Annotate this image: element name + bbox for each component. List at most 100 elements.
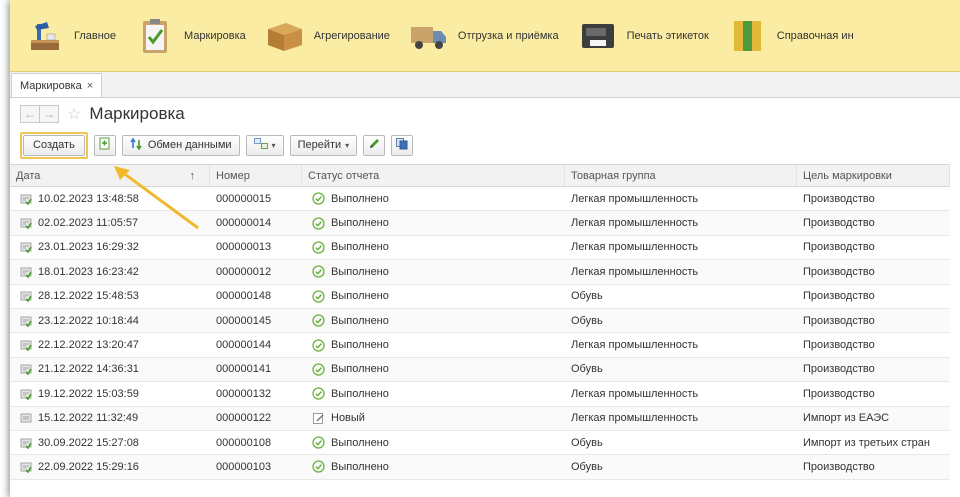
copy-pages-icon	[396, 137, 408, 153]
cell-purpose: Производство	[803, 339, 875, 352]
section-aggregation[interactable]: Агрегирование	[264, 6, 390, 66]
cell-number: 000000012	[216, 265, 272, 278]
section-label: Агрегирование	[313, 29, 390, 42]
cell-number: 000000103	[216, 460, 272, 473]
label-printer-icon	[577, 16, 619, 56]
edit-button[interactable]	[363, 134, 386, 156]
star-icon[interactable]: ☆	[67, 104, 81, 124]
table-row[interactable]: 22.09.2022 15:29:16 000000103 Выполнено Обу…	[10, 455, 950, 480]
cell-number: 000000148	[216, 290, 272, 303]
cell-purpose: Производство	[803, 265, 875, 278]
section-reference[interactable]: Справочная ин	[727, 6, 854, 66]
cell-number: 000000144	[216, 339, 272, 352]
cell-group: Легкая промышленность	[571, 241, 699, 254]
section-marking[interactable]: Маркировка	[134, 6, 246, 66]
table-row[interactable]: 19.12.2022 15:03:59 000000132 Выполнено Лег…	[10, 382, 950, 407]
cell-date: 10.02.2023 13:48:58	[10, 193, 210, 205]
cell-purpose: Производство	[803, 241, 875, 254]
table-row[interactable]: 23.01.2023 16:29:32 000000013 Выполнено Лег…	[10, 236, 950, 261]
table-body: 10.02.2023 13:48:58 000000015 Выполнено Лег…	[10, 187, 950, 480]
document-posted-icon	[20, 437, 32, 449]
cell-purpose: Производство	[803, 314, 875, 327]
tab-strip: Маркировка ×	[10, 72, 960, 98]
table-row[interactable]: 30.09.2022 15:27:08 000000108 Выполнено Обу…	[10, 431, 950, 456]
cell-purpose: Импорт из ЕАЭС	[803, 412, 890, 425]
cell-number: 000000141	[216, 363, 272, 376]
close-icon[interactable]: ×	[87, 80, 93, 92]
cell-number: 000000108	[216, 436, 272, 449]
copy-icon	[99, 137, 111, 153]
cell-status: Новый	[302, 412, 565, 425]
check-circle-icon	[312, 241, 325, 254]
cell-date: 28.12.2022 15:48:53	[10, 290, 210, 303]
exchange-button[interactable]: Обмен данными	[121, 134, 240, 156]
cell-group: Обувь	[571, 290, 603, 303]
print-menu-button[interactable]: ▾	[245, 134, 284, 156]
section-label: Печать этикеток	[626, 29, 709, 42]
copy-button[interactable]	[93, 134, 116, 156]
document-posted-icon	[20, 388, 32, 400]
column-header-group[interactable]: Товарная группа	[565, 165, 797, 186]
table-header: Дата ↑ Номер Статус отчета Товарная груп…	[10, 164, 950, 187]
column-label: Дата	[16, 169, 41, 182]
table-row[interactable]: 10.02.2023 13:48:58 000000015 Выполнено Лег…	[10, 187, 950, 212]
tab-marking[interactable]: Маркировка ×	[11, 73, 103, 97]
document-tree-icon	[253, 138, 268, 152]
cell-group: Обувь	[571, 363, 603, 376]
cell-status: Выполнено	[302, 265, 565, 279]
cell-group: Обувь	[571, 436, 603, 449]
document-posted-icon	[20, 193, 32, 205]
date-text: 22.12.2022 13:20:47	[38, 339, 139, 352]
section-label: Главное	[74, 29, 117, 42]
section-main[interactable]: Главное	[24, 6, 116, 66]
column-header-number[interactable]: Номер	[210, 165, 302, 186]
column-label: Товарная группа	[571, 169, 656, 182]
column-label: Номер	[216, 169, 250, 182]
cell-group: Легкая промышленность	[571, 192, 699, 205]
cell-date: 18.01.2023 16:23:42	[10, 266, 210, 278]
list-settings-button[interactable]	[391, 134, 414, 156]
date-text: 30.09.2022 15:27:08	[38, 436, 139, 449]
goto-button[interactable]: Перейти ▾	[289, 134, 358, 156]
forward-button[interactable]: →	[39, 105, 59, 123]
section-labels[interactable]: Печать этикеток	[577, 6, 709, 66]
column-header-date[interactable]: Дата ↑	[10, 165, 210, 186]
table-row[interactable]: 15.12.2022 11:32:49 000000122 Новый Легкая …	[10, 406, 950, 431]
status-text: Выполнено	[331, 363, 389, 376]
date-text: 28.12.2022 15:48:53	[38, 290, 139, 303]
table-row[interactable]: 22.12.2022 13:20:47 000000144 Выполнено Лег…	[10, 333, 950, 358]
create-button[interactable]: Создать	[23, 134, 85, 156]
column-header-purpose[interactable]: Цель маркировки	[797, 165, 950, 186]
cell-purpose: Производство	[803, 363, 875, 376]
document-posted-icon	[20, 339, 32, 352]
title-row: ← → ☆ Маркировка	[10, 98, 960, 130]
cell-purpose: Производство	[803, 192, 875, 205]
check-circle-icon	[312, 290, 325, 303]
table-row[interactable]: 18.01.2023 16:23:42 000000012 Выполнено Лег…	[10, 260, 950, 285]
cell-group: Легкая промышленность	[571, 265, 699, 278]
column-header-status[interactable]: Статус отчета	[302, 165, 565, 186]
table-row[interactable]: 28.12.2022 15:48:53 000000148 Выполнено Обу…	[10, 285, 950, 309]
chevron-down-icon: ▾	[271, 140, 276, 150]
cell-status: Выполнено	[302, 387, 565, 400]
status-text: Выполнено	[331, 192, 389, 205]
table-row[interactable]: 02.02.2023 11:05:57 000000014 Выполнено Лег…	[10, 211, 950, 236]
column-label: Статус отчета	[308, 169, 380, 182]
table-row[interactable]: 23.12.2022 10:18:44 000000145 Выполнено Обу…	[10, 308, 950, 334]
back-button[interactable]: ←	[20, 105, 40, 123]
cell-date: 22.09.2022 15:29:16	[10, 461, 210, 473]
cell-purpose: Производство	[803, 290, 875, 303]
date-text: 22.09.2022 15:29:16	[38, 460, 139, 473]
truck-icon	[408, 16, 450, 56]
section-shipping[interactable]: Отгрузка и приёмка	[408, 6, 559, 66]
check-circle-icon	[312, 363, 325, 376]
document-posted-icon	[20, 217, 32, 230]
status-text: Выполнено	[331, 339, 389, 352]
toolbar: Создать Обмен данными ▾ Перейти ▾	[10, 130, 960, 160]
binders-icon	[727, 16, 769, 56]
cell-group: Легкая промышленность	[571, 217, 699, 230]
cell-group: Легкая промышленность	[571, 412, 699, 425]
exchange-icon	[130, 137, 143, 153]
table-row[interactable]: 21.12.2022 14:36:31 000000141 Выполнено Обу…	[10, 357, 950, 383]
date-text: 15.12.2022 11:32:49	[38, 412, 139, 425]
